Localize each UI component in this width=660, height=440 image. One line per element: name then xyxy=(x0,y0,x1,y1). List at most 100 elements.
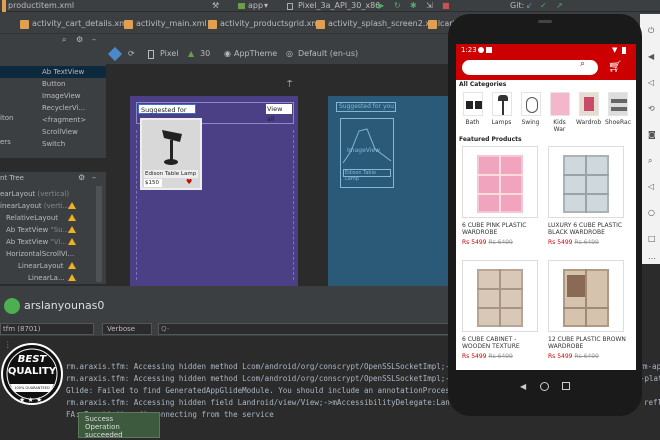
gear-icon[interactable]: ⚙ xyxy=(78,173,85,182)
recents-nav-icon[interactable] xyxy=(562,382,570,390)
device-dropdown[interactable]: Pixel xyxy=(160,49,179,58)
hammer-icon[interactable]: ⚒ xyxy=(212,0,219,12)
suggested-textview[interactable]: Suggested for you xyxy=(138,104,196,124)
more-icon[interactable]: ⋯ xyxy=(648,254,656,263)
tree-node-relativelayout[interactable]: RelativeLayout xyxy=(6,212,58,224)
product-card[interactable]: 6 CUBE CABINET - WOODEN TEXTURE Rs 5499 … xyxy=(462,260,542,360)
rerun-icon[interactable]: ↻ xyxy=(394,0,401,12)
tab-activity-main[interactable]: activity_main.xml xyxy=(122,15,207,33)
theme-dropdown[interactable]: AppTheme xyxy=(234,49,277,58)
search-icon[interactable]: ⌕ xyxy=(580,59,585,69)
palette-item-label: ScrollView xyxy=(42,128,78,136)
overview-icon[interactable]: □ xyxy=(648,234,656,243)
stop-icon[interactable]: ■ xyxy=(442,0,450,12)
chevron-down-icon[interactable]: ▾ xyxy=(264,0,268,12)
palette-item-textview[interactable]: Ab TextView xyxy=(0,66,106,78)
run-icon[interactable]: ▶ xyxy=(378,0,384,12)
category-kids-wardrobe[interactable]: Kids War xyxy=(547,92,572,133)
tree-node-linearlayout-inner[interactable]: LinearLayout xyxy=(18,260,64,272)
product-old-price: Rs 6499 xyxy=(488,353,513,360)
product-card[interactable]: LUXURY 6 CUBE PLASTIC BLACK WARDROBE Rs … xyxy=(548,146,628,246)
tree-node-textview-suggested[interactable]: Ab TextView "Su... xyxy=(6,224,69,236)
palette-item-switch[interactable]: Switch xyxy=(0,138,106,150)
git-update-icon[interactable]: ↙ xyxy=(526,0,533,12)
home-icon[interactable]: ○ xyxy=(648,208,655,217)
cart-icon[interactable]: 🛒︎ xyxy=(608,60,622,73)
category-label: Bath xyxy=(465,119,480,126)
warning-icon[interactable] xyxy=(68,202,76,209)
layout-preview[interactable]: Suggested for you View all Edison Table … xyxy=(130,96,298,286)
category-bath[interactable]: Bath xyxy=(460,92,485,126)
gear-icon[interactable]: ⚙ xyxy=(76,35,83,44)
palette-category-fragment[interactable]: iton xyxy=(0,114,13,122)
tab-activity-cart-details[interactable]: activity_cart_details.xml xyxy=(18,15,129,33)
category-wardrobe[interactable]: Wardrob xyxy=(576,92,601,126)
warning-icon[interactable] xyxy=(68,226,76,233)
product-price: Rs 5499 xyxy=(462,239,487,246)
volume-up-icon[interactable]: ◀ xyxy=(648,52,654,61)
success-toast[interactable]: Success Operation succeeded xyxy=(78,412,160,439)
search-icon[interactable]: ⌕ xyxy=(62,35,66,45)
api-dropdown[interactable]: 30 xyxy=(200,49,210,58)
blueprint-preview[interactable]: Suggested for you ImageView Edison Table… xyxy=(328,96,456,286)
tree-node-linearlayout-vertical[interactable]: inearLayout (verti... xyxy=(0,200,69,212)
git-commit-icon[interactable]: ✓ xyxy=(540,0,547,12)
design-surface-icon[interactable] xyxy=(107,46,123,62)
git-push-icon[interactable]: ↗ xyxy=(556,0,563,12)
zoom-icon[interactable]: ⌕ xyxy=(648,156,652,166)
warning-icon[interactable] xyxy=(68,238,76,245)
app-search-input[interactable] xyxy=(462,60,598,75)
tab-activity-splash-screen2[interactable]: activity_splash_screen2.xml xyxy=(314,15,440,33)
palette-item-imageview[interactable]: ImageView xyxy=(0,90,106,102)
tab-activity-productsgrid[interactable]: activity_productsgrid.xml xyxy=(206,15,321,33)
tree-node-linearlayout[interactable]: earLayout (vertical) xyxy=(0,188,69,200)
palette-item-button[interactable]: Button xyxy=(0,78,106,90)
device-select[interactable]: Pixel_3a_API_30_x86 xyxy=(298,0,380,12)
warning-icon[interactable] xyxy=(68,262,76,269)
product-price: Rs 5499 xyxy=(548,353,573,360)
minimize-icon[interactable]: – xyxy=(92,35,96,44)
categories-row: Bath Lamps Swing Kids War Wardrob ShoeRa… xyxy=(456,92,636,136)
back-nav-icon[interactable]: ◀ xyxy=(520,382,528,391)
debug-icon[interactable]: ✱ xyxy=(410,0,417,12)
avatar[interactable] xyxy=(4,298,20,314)
tree-scrollbar[interactable] xyxy=(96,186,102,282)
minimize-icon[interactable]: – xyxy=(92,173,96,182)
tree-node-suffix: (verti... xyxy=(43,202,70,210)
log-level-select[interactable]: Verbose xyxy=(102,323,152,335)
warning-icon[interactable] xyxy=(68,214,76,221)
product-card[interactable]: 6 CUBE PINK PLASTIC WARDROBE Rs 5499 Rs … xyxy=(462,146,542,246)
palette-category-fragment[interactable]: ers xyxy=(0,138,11,146)
rotate-icon[interactable]: ⟲ xyxy=(648,104,655,113)
category-label: Kids War xyxy=(553,119,566,133)
volume-down-icon[interactable]: ◁ xyxy=(648,78,654,87)
warning-icon[interactable] xyxy=(68,274,76,281)
git-label: Git: xyxy=(510,1,525,10)
layout-guides xyxy=(136,130,294,280)
tree-node-horizontalscrollview[interactable]: HorizontalScrollVi... xyxy=(6,248,74,260)
category-shoe-rack[interactable]: ShoeRac xyxy=(605,92,631,126)
palette-item-recyclerview[interactable]: RecyclerVi... xyxy=(0,102,106,114)
process-select[interactable]: tfm (8701) xyxy=(0,323,94,335)
file-breadcrumb[interactable]: productitem.xml xyxy=(8,0,74,12)
run-config-select[interactable]: app xyxy=(248,0,263,12)
palette-item-scrollview[interactable]: ScrollView xyxy=(0,126,106,138)
locale-dropdown[interactable]: Default (en-us) xyxy=(298,49,358,58)
product-card[interactable]: 12 CUBE PLASTIC BROWN WARDROBE Rs 5499 R… xyxy=(548,260,628,360)
product-old-price: Rs 6499 xyxy=(574,353,599,360)
best-quality-badge: ★ ★ ★ BEST QUALITY 100% GUARANTEED xyxy=(0,336,64,422)
power-icon[interactable]: ⏻ xyxy=(648,26,654,36)
category-swing[interactable]: Swing xyxy=(518,92,543,126)
home-nav-icon[interactable] xyxy=(540,382,549,391)
category-lamps[interactable]: Lamps xyxy=(489,92,514,126)
logcat-search-input[interactable]: Q- xyxy=(158,323,456,335)
tree-node-linearlayout-item[interactable]: LinearLa... xyxy=(28,272,65,284)
palette-item-fragment[interactable]: <fragment> xyxy=(0,114,106,126)
view-all-textview[interactable]: View all xyxy=(266,104,292,123)
tree-node-textview-viewall[interactable]: Ab TextView "Vi... xyxy=(6,236,67,248)
orientation-icon[interactable]: ⟳ xyxy=(128,49,135,58)
blueprint-card: ImageView Edison Table Lamp xyxy=(340,118,394,188)
camera-icon[interactable]: ◙ xyxy=(648,130,656,139)
attach-icon[interactable]: ⇲ xyxy=(426,0,433,12)
back-icon[interactable]: ◁ xyxy=(648,182,654,191)
